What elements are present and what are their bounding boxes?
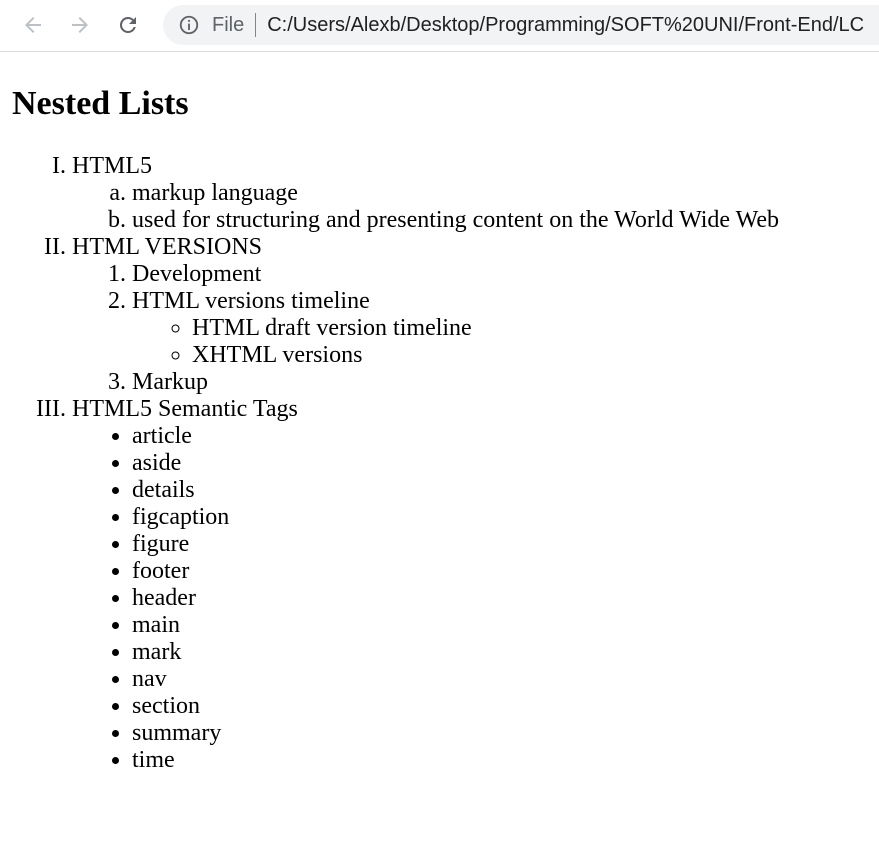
- forward-button[interactable]: [63, 8, 97, 42]
- list-item: footer: [132, 558, 779, 585]
- list-item: section: [132, 693, 779, 720]
- list-item: markup language: [132, 180, 779, 207]
- list-item: article: [132, 423, 779, 450]
- list-item: Markup: [132, 369, 779, 396]
- list-item: HTML VERSIONS Development HTML versions …: [72, 234, 779, 396]
- list-item: HTML draft version timeline: [192, 315, 779, 342]
- address-bar[interactable]: File C:/Users/Alexb/Desktop/Programming/…: [163, 5, 879, 45]
- list-item: nav: [132, 666, 779, 693]
- top-level-list: HTML5 markup language used for structuri…: [12, 153, 779, 774]
- scheme-label: File: [212, 13, 245, 36]
- page-content: Nested Lists HTML5 markup language used …: [12, 82, 779, 774]
- list-item: summary: [132, 720, 779, 747]
- url-text[interactable]: C:/Users/Alexb/Desktop/Programming/SOFT%…: [267, 14, 864, 37]
- reload-button[interactable]: [111, 8, 145, 42]
- list-item: used for structuring and presenting cont…: [132, 207, 779, 234]
- page-title: Nested Lists: [12, 85, 189, 122]
- arrow-right-icon: [68, 13, 92, 37]
- back-button[interactable]: [16, 8, 50, 42]
- list-item: Development: [132, 261, 779, 288]
- separator: [255, 13, 257, 37]
- list-item-label: HTML VERSIONS: [72, 234, 263, 260]
- browser-toolbar: File C:/Users/Alexb/Desktop/Programming/…: [0, 0, 879, 52]
- list-item-label: HTML5 Semantic Tags: [72, 396, 298, 422]
- reload-icon: [116, 13, 140, 37]
- list-item: XHTML versions: [192, 342, 779, 369]
- nested-list: article aside details figcaption figure …: [72, 423, 779, 774]
- info-circle-icon[interactable]: [178, 14, 200, 36]
- list-item-label: HTML versions timeline: [132, 288, 370, 314]
- nested-list: markup language used for structuring and…: [72, 180, 779, 234]
- list-item: header: [132, 585, 779, 612]
- list-item: figcaption: [132, 504, 779, 531]
- list-item: HTML versions timeline HTML draft versio…: [132, 288, 779, 369]
- list-item: main: [132, 612, 779, 639]
- list-item: HTML5 Semantic Tags article aside detail…: [72, 396, 779, 774]
- arrow-left-icon: [21, 13, 45, 37]
- list-item: HTML5 markup language used for structuri…: [72, 153, 779, 234]
- list-item: details: [132, 477, 779, 504]
- list-item: mark: [132, 639, 779, 666]
- list-item: aside: [132, 450, 779, 477]
- list-item: figure: [132, 531, 779, 558]
- list-item: time: [132, 747, 779, 774]
- nested-list: HTML draft version timeline XHTML versio…: [132, 315, 779, 369]
- nested-list: Development HTML versions timeline HTML …: [72, 261, 779, 396]
- list-item-label: HTML5: [72, 153, 152, 179]
